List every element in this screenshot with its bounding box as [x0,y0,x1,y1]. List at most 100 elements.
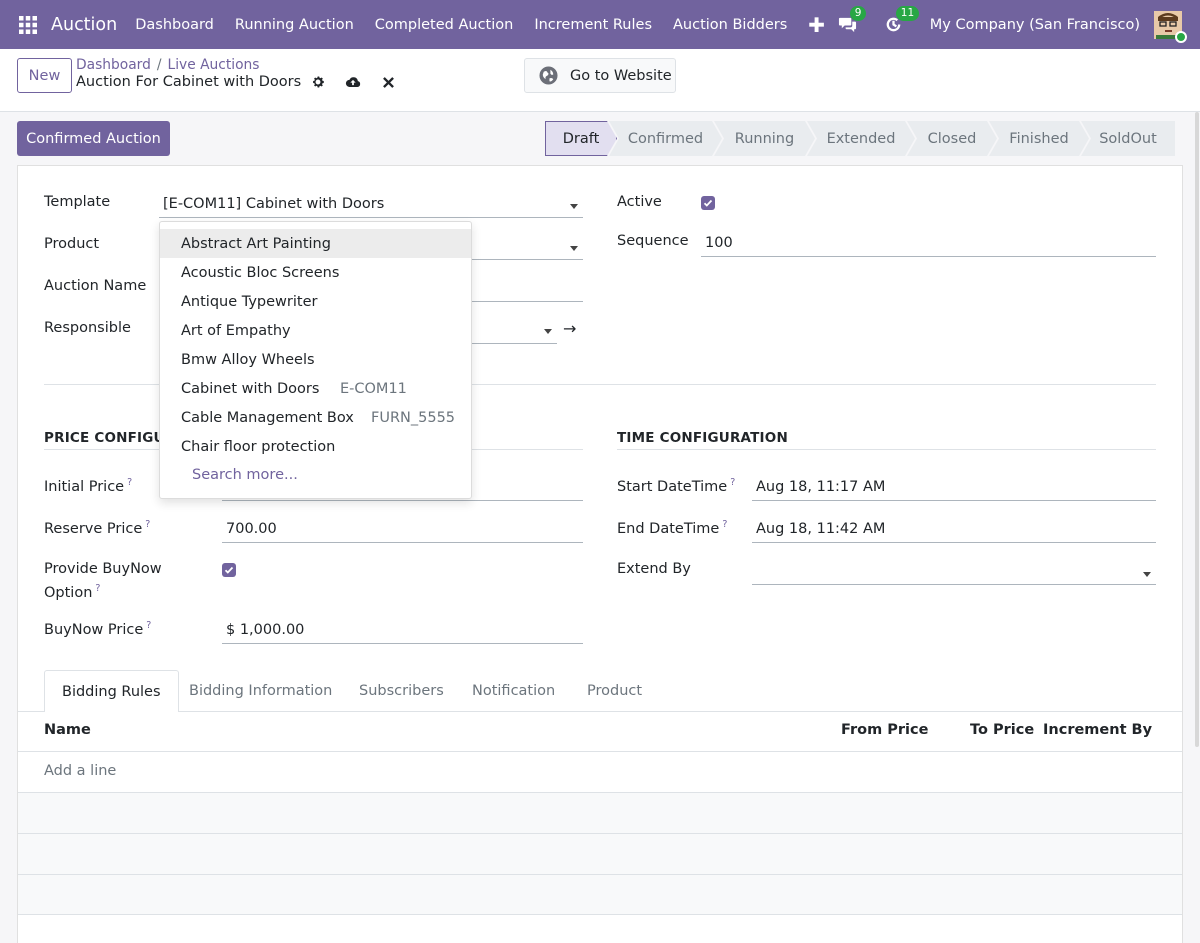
activities-button[interactable]: 11 [884,5,920,35]
app-brand[interactable]: Auction [51,15,117,35]
active-checkbox[interactable] [701,196,715,210]
help-icon[interactable]: ? [127,477,132,488]
table-row [18,875,1182,915]
column-from-price[interactable]: From Price [841,722,928,738]
go-to-website-label: Go to Website [570,67,672,84]
record-title: Auction For Cabinet with Doors [76,74,302,90]
menu-increment-rules[interactable]: Increment Rules [534,17,652,33]
search-more-link[interactable]: Search more... [192,467,298,483]
status-bar: Draft Confirmed Running Extended Closed … [545,121,1175,156]
menu-dashboard[interactable]: Dashboard [135,17,214,33]
add-line-link[interactable]: Add a line [44,763,116,779]
price-configuration-title: PRICE CONFIGUR [44,430,176,446]
option-code: FURN_5555 [371,409,456,426]
buynow-price-label: BuyNow Price? [44,620,151,638]
tab-subscribers[interactable]: Subscribers [342,670,461,711]
new-button[interactable]: New [17,58,72,93]
help-icon[interactable]: ? [145,519,150,530]
option-name: Acoustic Bloc Screens [181,264,340,281]
stage-soldout[interactable]: SoldOut [1081,121,1175,156]
stage-draft[interactable]: Draft [545,121,617,156]
buynow-price-field[interactable]: $ 1,000.00 [222,616,583,644]
help-icon[interactable]: ? [730,477,735,488]
tab-bidding-information[interactable]: Bidding Information [172,670,349,711]
tab-notification[interactable]: Notification [455,670,572,711]
auction-name-field[interactable] [472,274,583,302]
dropdown-option[interactable]: Chair floor protection [160,432,471,461]
auction-name-label: Auction Name [44,278,147,294]
dropdown-option[interactable]: Cable Management Box FURN_5555 [160,403,471,432]
gear-icon[interactable] [310,74,326,90]
end-datetime-label-text: End DateTime [617,520,720,537]
end-datetime-field[interactable]: Aug 18, 11:42 AM [752,515,1156,543]
breadcrumb-dashboard[interactable]: Dashboard [76,57,151,73]
reserve-price-label-text: Reserve Price [44,520,143,537]
option-name: Abstract Art Painting [181,235,331,252]
template-dropdown-icon[interactable] [570,204,578,209]
stage-extended[interactable]: Extended [807,121,915,156]
dropdown-option[interactable]: Cabinet with Doors E-COM11 [160,374,471,403]
start-datetime-label-text: Start DateTime [617,478,728,495]
go-to-website-button[interactable]: Go to Website [524,58,676,93]
breadcrumb-separator: / [156,57,162,73]
help-icon[interactable]: ? [722,519,727,530]
option-name: Bmw Alloy Wheels [181,351,315,368]
buynow-checkbox[interactable] [222,563,236,577]
initial-price-label-text: Initial Price [44,478,125,495]
template-value: [E-COM11] Cabinet with Doors [163,195,385,212]
confirm-auction-button[interactable]: Confirmed Auction [17,121,170,156]
dropdown-option[interactable]: Antique Typewriter [160,287,471,316]
breadcrumb-live-auctions[interactable]: Live Auctions [168,57,260,73]
dropdown-option[interactable]: Acoustic Bloc Screens [160,258,471,287]
stage-confirmed[interactable]: Confirmed [609,121,722,156]
activities-badge: 11 [895,5,920,21]
close-icon[interactable] [380,74,396,90]
product-field[interactable] [472,232,583,260]
help-icon[interactable]: ? [95,583,100,594]
table-header-divider [18,751,1182,752]
dropdown-option[interactable]: Abstract Art Painting [160,229,471,258]
plus-icon[interactable]: ✚ [808,13,825,37]
buynow-price-value: $ 1,000.00 [226,621,305,638]
tab-bidding-rules[interactable]: Bidding Rules [44,670,179,712]
extend-by-label: Extend By [617,561,691,577]
start-datetime-value: Aug 18, 11:17 AM [756,478,886,495]
end-datetime-label: End DateTime? [617,519,727,537]
end-datetime-value: Aug 18, 11:42 AM [756,520,886,537]
stage-running[interactable]: Running [714,121,815,156]
extend-by-dropdown-icon[interactable] [1143,572,1151,577]
dropdown-option[interactable]: Art of Empathy [160,316,471,345]
start-datetime-field[interactable]: Aug 18, 11:17 AM [752,473,1156,501]
menu-auction-bidders[interactable]: Auction Bidders [673,17,787,33]
tab-product[interactable]: Product [570,670,659,711]
arrow-right-icon[interactable]: → [563,319,576,338]
help-icon[interactable]: ? [146,620,151,631]
scrollbar[interactable] [1195,112,1199,747]
menu-completed-auction[interactable]: Completed Auction [375,17,514,33]
product-dropdown-icon[interactable] [570,246,578,251]
column-increment-by[interactable]: Increment By [1043,722,1152,738]
column-to-price[interactable]: To Price [970,722,1034,738]
dropdown-option[interactable]: Bmw Alloy Wheels [160,345,471,374]
stage-closed[interactable]: Closed [907,121,997,156]
column-name[interactable]: Name [44,722,91,738]
apps-menu-icon[interactable] [8,0,48,49]
time-configuration-title: TIME CONFIGURATION [617,430,788,446]
responsible-dropdown-icon[interactable] [544,329,552,334]
company-switcher[interactable]: My Company (San Francisco) [930,17,1140,33]
online-status-icon [1175,30,1187,43]
option-name: Art of Empathy [181,322,291,339]
template-field[interactable]: [E-COM11] Cabinet with Doors [159,190,583,218]
buynow-price-label-text: BuyNow Price [44,621,144,638]
cloud-upload-icon[interactable] [345,74,361,90]
stage-finished[interactable]: Finished [989,121,1089,156]
menu-running-auction[interactable]: Running Auction [235,17,354,33]
table-row-divider [18,914,1182,915]
user-avatar[interactable] [1154,10,1187,43]
buynow-option-label-line2: Option? [44,583,100,601]
option-code: E-COM11 [340,380,407,397]
reserve-price-field[interactable]: 700.00 [222,515,583,543]
sequence-field[interactable]: 100 [701,229,1156,257]
extend-by-field[interactable] [752,557,1156,585]
messages-button[interactable]: 9 [838,5,867,35]
